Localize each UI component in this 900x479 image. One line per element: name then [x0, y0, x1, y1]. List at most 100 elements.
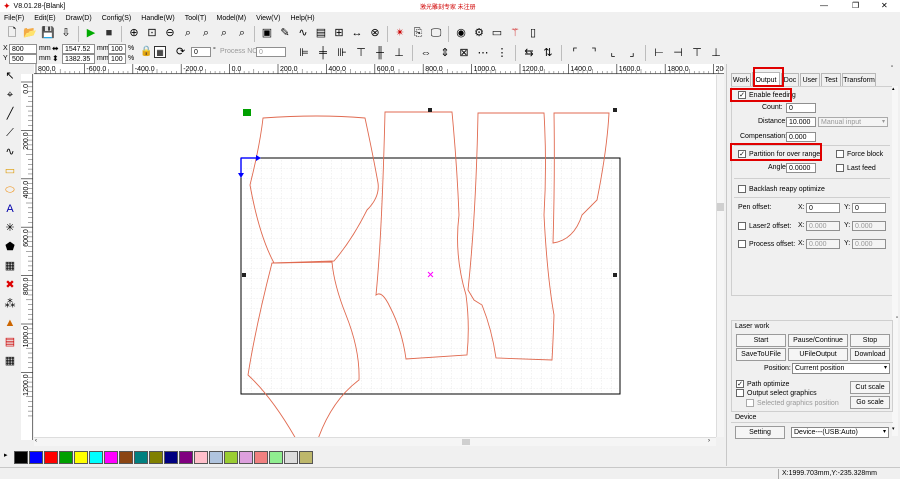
last-feed-checkbox[interactable]: Last feed	[836, 164, 876, 172]
laser2-offset-checkbox[interactable]: Laser2 offset:	[738, 222, 791, 230]
vr-icon[interactable]: ▭	[489, 26, 505, 42]
edge-top-icon[interactable]: ⊤	[689, 45, 705, 61]
go-scale-button[interactable]: Go scale	[850, 396, 890, 409]
apply-size-icon[interactable]: ▦	[154, 46, 166, 58]
vertical-scrollbar[interactable]	[716, 75, 724, 437]
pause-continue-button[interactable]: Pause/Continue	[788, 334, 848, 347]
table-icon[interactable]: ▦	[2, 353, 18, 369]
array-icon[interactable]: ⊞	[331, 26, 347, 42]
menu-item-config[interactable]: Config(S)	[102, 15, 132, 22]
stop-button[interactable]: Stop	[850, 334, 890, 347]
process-offset-x-input[interactable]	[806, 239, 840, 249]
horizontal-scrollbar[interactable]: ‹ ›	[34, 437, 716, 446]
copy-icon[interactable]: ⎘	[410, 26, 426, 42]
palette-swatch-4[interactable]	[59, 451, 73, 464]
menu-item-edit[interactable]: Edit(E)	[34, 15, 55, 22]
palette-swatch-19[interactable]	[284, 451, 298, 464]
menu-item-view[interactable]: View(V)	[256, 15, 280, 22]
mirror-h-icon[interactable]: ⇆	[521, 45, 537, 61]
mirror-v-icon[interactable]: ⇅	[540, 45, 556, 61]
same-size-icon[interactable]: ⊠	[456, 45, 472, 61]
count-input[interactable]	[786, 103, 816, 113]
weld-icon[interactable]: ⊗	[367, 26, 383, 42]
bitmap-icon[interactable]: ▤	[313, 26, 329, 42]
force-block-checkbox[interactable]: Force block	[836, 150, 883, 158]
ufile-output-button[interactable]: UFileOutput	[788, 348, 848, 361]
palette-swatch-13[interactable]	[194, 451, 208, 464]
star-icon[interactable]: ✳	[2, 220, 18, 236]
edge-left-icon[interactable]: ⊢	[651, 45, 667, 61]
corner-bl-icon[interactable]: ⌞	[605, 45, 621, 61]
zoom-all-icon[interactable]: ⌕	[216, 26, 232, 42]
edge-bottom-icon[interactable]: ⊥	[708, 45, 724, 61]
edge-right-icon[interactable]: ⊣	[670, 45, 686, 61]
corner-tl-icon[interactable]: ⌜	[567, 45, 583, 61]
scroll-left-icon[interactable]: ‹	[35, 438, 37, 444]
tab-transform[interactable]: Transform	[842, 73, 876, 87]
laser-head-icon[interactable]: ⚙	[471, 26, 487, 42]
palette-swatch-1[interactable]	[14, 451, 28, 464]
pointer-icon[interactable]: ↖	[2, 68, 18, 84]
minimize-button[interactable]: —	[820, 1, 828, 10]
distance-mode-select[interactable]: Manual input ▾	[818, 117, 888, 127]
measure-icon[interactable]: ↔	[349, 26, 365, 42]
menu-item-model[interactable]: Model(M)	[217, 15, 247, 22]
palette-swatch-14[interactable]	[209, 451, 223, 464]
distribute-v-icon[interactable]: ⋮	[494, 45, 510, 61]
align-left-icon[interactable]: ⊫	[296, 45, 312, 61]
download-button[interactable]: Download	[850, 348, 890, 361]
y-position-input[interactable]	[9, 54, 37, 64]
node-edit-icon[interactable]: ✎	[277, 26, 293, 42]
menu-item-tool[interactable]: Tool(T)	[185, 15, 207, 22]
panel-icon[interactable]: ▯	[525, 26, 541, 42]
width-input[interactable]	[62, 44, 95, 54]
palette-swatch-5[interactable]	[74, 451, 88, 464]
camera-icon[interactable]: ◉	[453, 26, 469, 42]
palette-swatch-7[interactable]	[104, 451, 118, 464]
maximize-button[interactable]: ❐	[852, 1, 859, 10]
panel-scroll-up-icon[interactable]: ▴	[892, 86, 895, 92]
laser2-offset-x-input[interactable]	[806, 221, 840, 231]
palette-swatch-3[interactable]	[44, 451, 58, 464]
height-percent-input[interactable]	[108, 54, 126, 64]
open-folder-icon[interactable]: 📂	[22, 26, 38, 42]
line-icon[interactable]: ╱	[2, 106, 18, 122]
selected-position-checkbox[interactable]: Selected graphics position	[746, 399, 839, 407]
palette-swatch-20[interactable]	[299, 451, 313, 464]
text-icon[interactable]: A	[2, 201, 18, 217]
palette-swatch-11[interactable]	[164, 451, 178, 464]
palette-swatch-15[interactable]	[224, 451, 238, 464]
distribute-h-icon[interactable]: ⋯	[475, 45, 491, 61]
polyline-icon[interactable]: ⟋	[2, 125, 18, 141]
corner-tr-icon[interactable]: ⌝	[586, 45, 602, 61]
palette-arrow-icon[interactable]: ▸	[4, 451, 8, 459]
polygon-icon[interactable]: ⬟	[2, 239, 18, 255]
compensation-input[interactable]	[786, 132, 816, 142]
panel-pin-icon[interactable]: ▫	[891, 64, 893, 70]
path-optimize-checkbox[interactable]: ✓ Path optimize	[736, 380, 789, 388]
lock-ratio-icon[interactable]: 🔒	[140, 46, 152, 57]
save-icon[interactable]: 💾	[40, 26, 56, 42]
import-icon[interactable]: ⇩	[58, 26, 74, 42]
zoom-out-icon[interactable]: ⊖	[162, 26, 178, 42]
tab-work[interactable]: Work	[731, 73, 751, 87]
zoom-page-icon[interactable]: ⌕	[198, 26, 214, 42]
palette-swatch-18[interactable]	[269, 451, 283, 464]
same-width-icon[interactable]: ⇔	[418, 45, 434, 61]
device-setting-button[interactable]: Setting	[735, 426, 785, 439]
angle-input[interactable]	[786, 163, 816, 173]
palette-swatch-17[interactable]	[254, 451, 268, 464]
zoom-window-icon[interactable]: ⊡	[144, 26, 160, 42]
curve-icon[interactable]: ∿	[295, 26, 311, 42]
palette-swatch-12[interactable]	[179, 451, 193, 464]
zoom-select-icon[interactable]: ⌕	[180, 26, 196, 42]
height-input[interactable]	[62, 54, 95, 64]
run-icon[interactable]: ▶	[83, 26, 99, 42]
output-tool-icon[interactable]: ▤	[2, 334, 18, 350]
horizontal-scroll-thumb[interactable]	[462, 439, 470, 445]
delete-icon[interactable]: ✖	[2, 277, 18, 293]
distance-input[interactable]	[786, 117, 816, 127]
curve-tool-icon[interactable]: ∿	[2, 144, 18, 160]
output-select-checkbox[interactable]: Output select graphics	[736, 389, 817, 397]
pen-offset-y-input[interactable]	[852, 203, 886, 213]
